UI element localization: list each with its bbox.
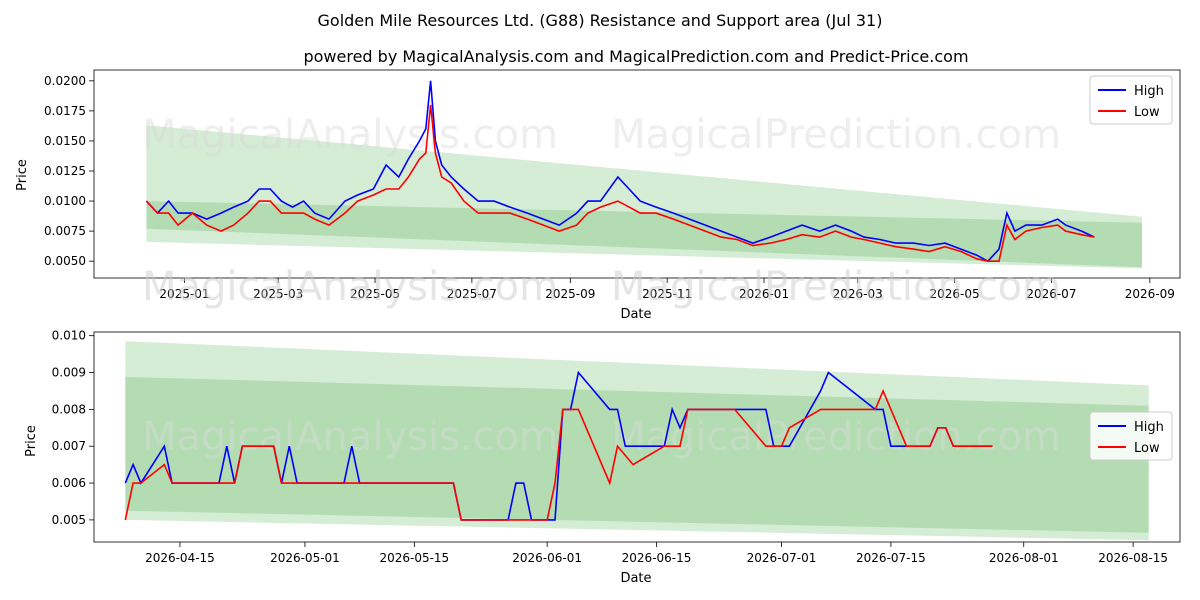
x-tick-label: 2026-08-15 [1098,551,1168,565]
x-tick-label: 2026-05-01 [270,551,340,565]
x-tick-label: 2026-07-01 [747,551,817,565]
y-tick-label: 0.0150 [44,134,86,148]
bottom-ylabel: Price [24,425,39,457]
watermark-prediction: MagicalPrediction.com [611,414,1061,460]
bottom-xlabel: Date [620,571,651,586]
x-tick-label: 2026-06-15 [622,551,692,565]
watermark-analysis: MagicalAnalysis.com [142,112,558,158]
x-tick-label: 2026-06-01 [512,551,582,565]
legend-label-high: High [1134,420,1164,435]
x-tick-label: 2026-09 [1125,287,1175,301]
x-tick-label: 2026-05-15 [379,551,449,565]
y-tick-label: 0.0050 [44,254,86,268]
y-tick-label: 0.007 [52,439,86,453]
y-tick-label: 0.0200 [44,74,86,88]
watermark-prediction: MagicalPrediction.com [611,112,1061,158]
top-ylabel: Price [15,159,30,191]
y-tick-label: 0.0075 [44,224,86,238]
x-tick-label: 2026-04-15 [145,551,215,565]
y-tick-label: 0.0175 [44,104,86,118]
chart-figure: Golden Mile Resources Ltd. (G88) Resista… [15,11,1181,586]
watermark-prediction: MagicalPrediction.com [611,264,1061,310]
y-tick-label: 0.008 [52,402,86,416]
legend-label-high: High [1134,84,1164,99]
y-tick-label: 0.0125 [44,164,86,178]
x-tick-label: 2026-08-01 [989,551,1059,565]
chart-title: Golden Mile Resources Ltd. (G88) Resista… [318,11,883,30]
watermark-analysis: MagicalAnalysis.com [142,264,558,310]
zoom-chart-panel: MagicalAnalysis.com MagicalPrediction.com… [52,264,1181,565]
x-tick-label: 2026-07-15 [856,551,926,565]
legend-label-low: Low [1134,105,1160,120]
y-tick-label: 0.005 [52,513,86,527]
legend-label-low: Low [1134,441,1160,456]
y-tick-label: 0.0100 [44,194,86,208]
y-tick-label: 0.009 [52,366,86,380]
y-tick-label: 0.010 [52,329,86,343]
chart-subtitle: powered by MagicalAnalysis.com and Magic… [303,47,968,66]
y-tick-label: 0.006 [52,476,86,490]
